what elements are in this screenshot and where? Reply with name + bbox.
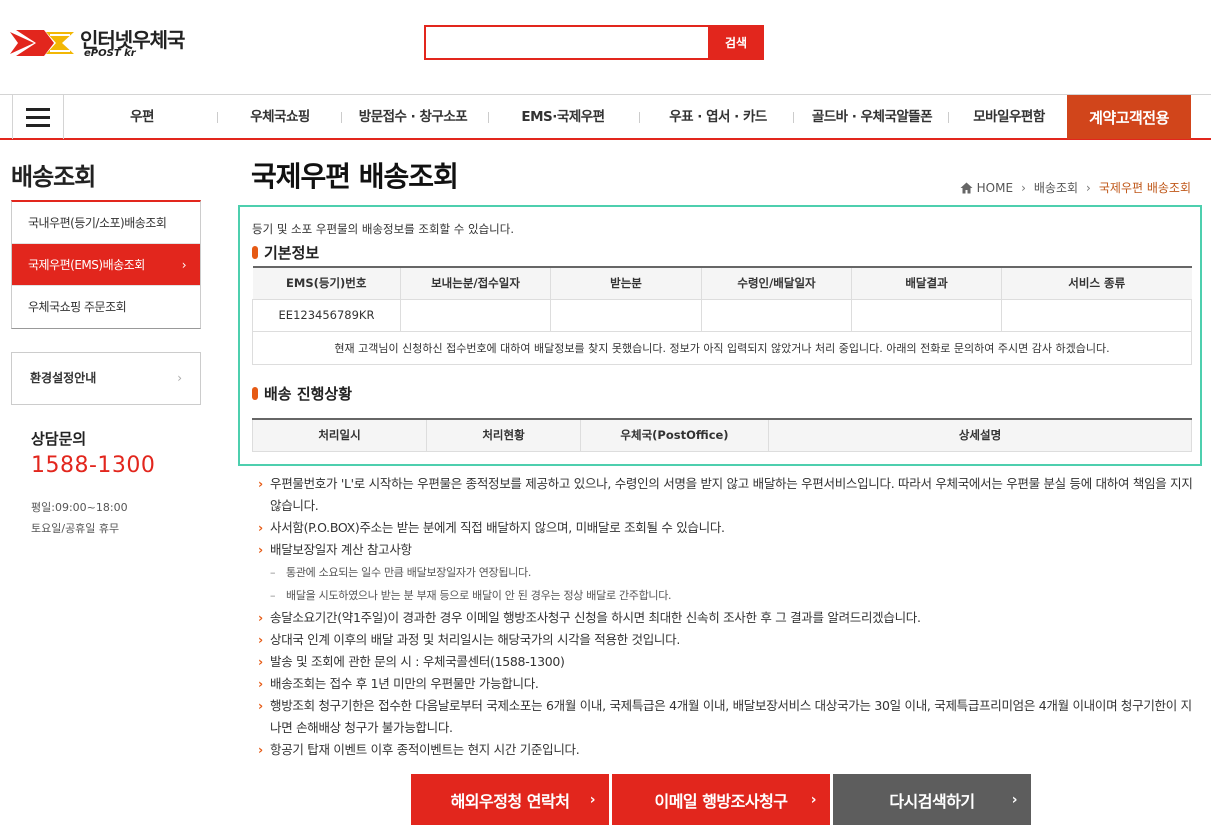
contract-customer-button[interactable]: 계약고객전용 [1067,95,1191,139]
chevron-right-icon: › [177,371,182,385]
table-notice-row: 현재 고객님이 신청하신 접수번호에 대하여 배달정보를 찾지 못했습니다. 정… [252,331,1192,365]
list-item: 우편물번호가 'L'로 시작하는 우편물은 종적정보를 제공하고 있으나, 수령… [256,473,1196,517]
bullet-icon [252,387,258,400]
column-header: 상세설명 [768,419,1192,452]
nav-item-mobile-mailbox[interactable]: 모바일우편함 [954,95,1064,139]
list-item: 발송 및 조회에 관한 문의 시 : 우체국콜센터(1588-1300) [256,651,1196,673]
button-label: 이메일 행방조사청구 [654,791,788,811]
nav-item-goldbar[interactable]: 골드바 · 우체국알뜰폰 [800,95,944,139]
sub-list-item: 통관에 소요되는 일수 만큼 배달보장일자가 연장됩니다. [256,561,1196,584]
sidebar-menu: 국내우편(등기/소포)배송조회 국제우편(EMS)배송조회 › 우체국쇼핑 주문… [11,200,201,329]
table-cell-tracking-number: EE123456789KR [252,299,401,332]
chevron-right-icon: › [589,791,596,808]
nav-item-stamp[interactable]: 우표 · 엽서 · 카드 [650,95,786,139]
page-title: 국제우편 배송조회 [251,160,459,193]
breadcrumb: HOME › 배송조회 › 국제우편 배송조회 [960,179,1191,196]
notes-list: 우편물번호가 'L'로 시작하는 우편물은 종적정보를 제공하고 있으나, 수령… [256,473,1196,761]
nav-divider [793,112,794,123]
breadcrumb-current: 국제우편 배송조회 [1098,181,1191,195]
overseas-postal-contact-button[interactable]: 해외우정청 연락처 › [411,774,609,825]
sidebar-title: 배송조회 [11,163,96,191]
list-item: 배송조회는 접수 후 1년 미만의 우편물만 가능합니다. [256,673,1196,695]
breadcrumb-tracking[interactable]: 배송조회 [1034,179,1078,196]
consult-title: 상담문의 [31,430,87,448]
environment-settings-link[interactable]: 환경설정안내 › [11,352,201,405]
environment-settings-label: 환경설정안내 [30,371,97,385]
chevron-right-icon: › [1011,791,1018,808]
sidebar-item-international[interactable]: 국제우편(EMS)배송조회 › [12,244,200,286]
not-found-notice: 현재 고객님이 신청하신 접수번호에 대하여 배달정보를 찾지 못했습니다. 정… [252,331,1192,365]
table-cell [851,299,1002,332]
site-logo[interactable]: 인터넷우체국 ePOST kr [10,24,200,64]
hamburger-menu-icon[interactable] [12,95,64,139]
column-header: 수령인/배달일자 [701,267,852,300]
logo-subtitle: ePOST kr [84,48,136,59]
column-header: 배달결과 [851,267,1002,300]
nav-divider [488,112,489,123]
nav-divider [948,112,949,123]
column-header: 처리현황 [426,419,581,452]
basic-info-table: EMS(등기)번호 보내는분/접수일자 받는분 수령인/배달일자 배달결과 서비… [252,266,1192,365]
consult-hours-weekday: 평일:09:00~18:00 [31,501,128,514]
column-header: 보내는분/접수일자 [400,267,551,300]
sub-list-item: 배달을 시도하였으나 받는 분 부재 등으로 배달이 안 된 경우는 정상 배달… [256,584,1196,607]
sidebar-item-label: 국제우편(EMS)배송조회 [28,258,145,272]
list-item: 항공기 탑재 이벤트 이후 종적이벤트는 현지 시간 기준입니다. [256,739,1196,761]
column-header: 받는분 [550,267,702,300]
email-inquiry-button[interactable]: 이메일 행방조사청구 › [612,774,830,825]
tracking-result-panel: 등기 및 소포 우편물의 배송정보를 조회할 수 있습니다. 기본정보 EMS(… [238,205,1202,466]
breadcrumb-separator-icon: › [1021,180,1026,195]
progress-table: 처리일시 처리현황 우체국(PostOffice) 상세설명 [252,418,1192,452]
list-item: 행방조회 청구기한은 접수한 다음날로부터 국제소포는 6개월 이내, 국제특급… [256,695,1196,739]
epost-logo-icon [10,30,74,56]
breadcrumb-separator-icon: › [1086,180,1091,195]
nav-item-visit-parcel[interactable]: 방문접수 · 창구소포 [345,95,481,139]
consult-hours: 평일:09:00~18:00 토요일/공휴일 휴무 [31,497,128,539]
column-header: 우체국(PostOffice) [580,419,769,452]
consult-phone: 1588-1300 [31,453,156,478]
column-header: 처리일시 [252,419,427,452]
table-header-row: 처리일시 처리현황 우체국(PostOffice) 상세설명 [252,419,1192,452]
table-row: EE123456789KR [252,299,1192,332]
nav-item-ems[interactable]: EMS·국제우편 [494,95,632,139]
list-item: 상대국 인계 이후의 배달 과정 및 처리일시는 해당국가의 시각을 적용한 것… [256,629,1196,651]
sidebar-item-label: 우체국쇼핑 주문조회 [28,300,127,314]
progress-title: 배송 진행상황 [264,385,353,403]
column-header: 서비스 종류 [1001,267,1192,300]
home-icon [960,182,973,193]
chevron-right-icon: › [810,791,817,808]
button-label: 다시검색하기 [889,791,975,811]
column-header: EMS(등기)번호 [252,267,401,300]
breadcrumb-home[interactable]: HOME [977,181,1013,195]
table-cell [701,299,852,332]
nav-divider [341,112,342,123]
intro-text: 등기 및 소포 우편물의 배송정보를 조회할 수 있습니다. [252,222,515,236]
progress-heading: 배송 진행상황 [252,383,352,404]
bullet-icon [252,246,258,259]
search-again-button[interactable]: 다시검색하기 › [833,774,1031,825]
table-cell [550,299,702,332]
nav-item-shopping[interactable]: 우체국쇼핑 [225,95,335,139]
basic-info-title: 기본정보 [264,244,320,262]
nav-item-post[interactable]: 우편 [74,95,210,139]
list-item: 배달보장일자 계산 참고사항 [256,539,1196,561]
table-header-row: EMS(등기)번호 보내는분/접수일자 받는분 수령인/배달일자 배달결과 서비… [252,267,1192,300]
chevron-right-icon: › [181,258,187,272]
basic-info-heading: 기본정보 [252,242,319,263]
list-item: 사서함(P.O.BOX)주소는 받는 분에게 직접 배달하지 않으며, 미배달로… [256,517,1196,539]
nav-divider [217,112,218,123]
sidebar-item-label: 국내우편(등기/소포)배송조회 [28,216,167,230]
sidebar-item-domestic[interactable]: 국내우편(등기/소포)배송조회 [12,202,200,244]
search-button[interactable]: 검색 [708,25,764,60]
table-cell [400,299,551,332]
search-box [424,25,710,60]
sidebar-item-shopping-order[interactable]: 우체국쇼핑 주문조회 [12,286,200,328]
search-input[interactable] [426,27,710,58]
main-nav: 우편 우체국쇼핑 방문접수 · 창구소포 EMS·국제우편 우표 · 엽서 · … [0,94,1211,140]
table-cell [1001,299,1192,332]
consult-hours-weekend: 토요일/공휴일 휴무 [31,522,120,535]
list-item: 송달소요기간(약1주일)이 경과한 경우 이메일 행방조사청구 신청을 하시면 … [256,607,1196,629]
button-label: 해외우정청 연락처 [450,791,570,811]
nav-divider [639,112,640,123]
